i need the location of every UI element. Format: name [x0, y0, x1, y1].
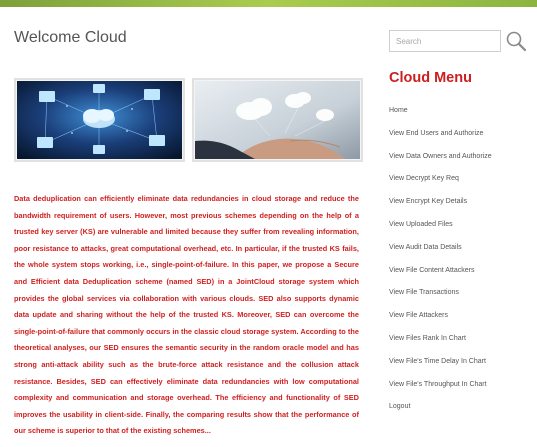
search-icon — [506, 31, 527, 52]
banner-images — [14, 78, 366, 162]
cloud-network-image — [14, 78, 185, 162]
menu-item-view-encrypt-key-details[interactable]: View Encrypt Key Details — [389, 196, 537, 219]
menu-item-view-decrypt-key-req[interactable]: View Decrypt Key Req — [389, 173, 537, 196]
search-button[interactable] — [505, 30, 527, 52]
cloud-hand-image — [192, 78, 363, 162]
cloud-menu: Home View End Users and Authorize View D… — [389, 105, 537, 424]
menu-item-view-file-attackers[interactable]: View File Attackers — [389, 310, 537, 333]
menu-item-view-time-delay-chart[interactable]: View File's Time Delay In Chart — [389, 356, 537, 379]
menu-title: Cloud Menu — [389, 70, 472, 86]
menu-item-home[interactable]: Home — [389, 105, 537, 128]
menu-item-logout[interactable]: Logout — [389, 401, 537, 424]
menu-item-view-file-transactions[interactable]: View File Transactions — [389, 287, 537, 310]
menu-item-view-audit-data-details[interactable]: View Audit Data Details — [389, 242, 537, 265]
menu-item-view-file-content-attackers[interactable]: View File Content Attackers — [389, 265, 537, 288]
menu-item-view-data-owners[interactable]: View Data Owners and Authorize — [389, 151, 537, 174]
menu-item-view-files-rank-chart[interactable]: View Files Rank In Chart — [389, 333, 537, 356]
menu-item-view-end-users[interactable]: View End Users and Authorize — [389, 128, 537, 151]
top-accent-bar — [0, 0, 537, 7]
menu-item-view-throughput-chart[interactable]: View File's Throughput In Chart — [389, 379, 537, 402]
menu-item-view-uploaded-files[interactable]: View Uploaded Files — [389, 219, 537, 242]
search-input[interactable] — [389, 30, 501, 52]
page-title: Welcome Cloud — [14, 29, 127, 46]
project-description: Data deduplication can efficiently elimi… — [14, 194, 359, 436]
